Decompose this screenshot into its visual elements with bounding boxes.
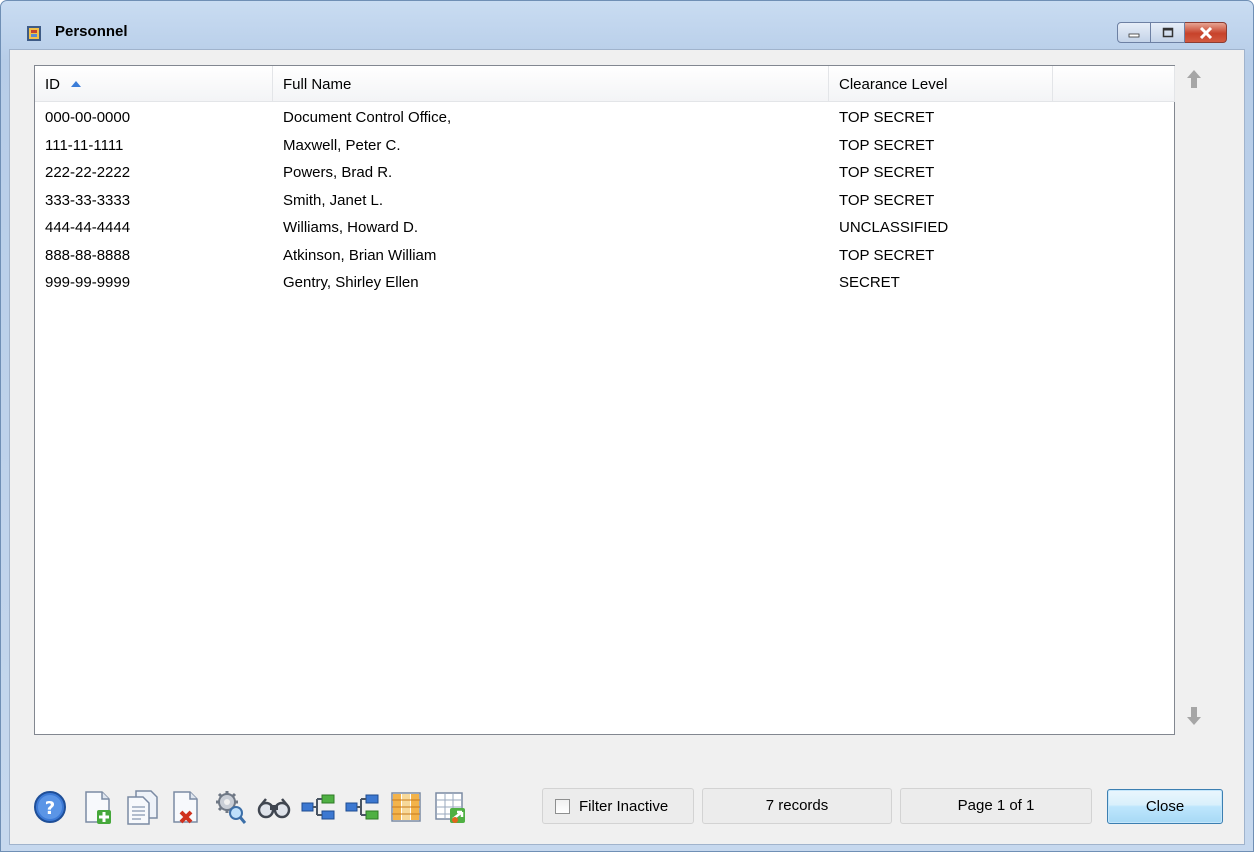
record-count-status: 7 records bbox=[702, 788, 892, 824]
close-window-button[interactable] bbox=[1185, 22, 1227, 43]
filter-inactive-label: Filter Inactive bbox=[579, 798, 669, 815]
cell-id: 222-22-2222 bbox=[45, 164, 131, 181]
add-record-icon[interactable] bbox=[80, 788, 116, 826]
close-button[interactable]: Close bbox=[1107, 789, 1223, 824]
cell-id: 999-99-9999 bbox=[45, 274, 131, 291]
cell-clearance: TOP SECRET bbox=[839, 109, 935, 126]
cell-clearance: TOP SECRET bbox=[839, 191, 935, 209]
grid-header: ID Full Name Clearance Level bbox=[35, 66, 1175, 102]
title-bar[interactable]: Personnel bbox=[1, 1, 1253, 49]
cell-full-name: Williams, Howard D. bbox=[283, 219, 419, 236]
window-client-area: ID Full Name Clearance Level 000-00-0000… bbox=[9, 49, 1245, 845]
hierarchy-alt-icon[interactable] bbox=[344, 788, 380, 826]
cell-full-name: Powers, Brad R. bbox=[283, 164, 393, 181]
column-header-clearance-label: Clearance Level bbox=[839, 76, 948, 93]
move-down-arrow-icon[interactable] bbox=[1187, 707, 1201, 725]
window-controls bbox=[1117, 22, 1227, 43]
sort-ascending-icon bbox=[71, 81, 81, 87]
export-grid-icon[interactable] bbox=[432, 788, 468, 826]
page-info-status: Page 1 of 1 bbox=[900, 788, 1092, 824]
cell-id: 444-44-4444 bbox=[45, 219, 131, 236]
table-row[interactable]: 111-11-1111 Maxwell, Peter C. TOP SECRET bbox=[35, 134, 1174, 162]
delete-record-icon[interactable] bbox=[168, 788, 204, 826]
table-row[interactable]: 222-22-2222 Powers, Brad R. TOP SECRET bbox=[35, 161, 1174, 189]
binoculars-find-icon[interactable] bbox=[256, 788, 292, 826]
app-icon bbox=[27, 26, 41, 41]
cell-id: 111-11-1111 bbox=[45, 136, 124, 154]
maximize-icon bbox=[1162, 27, 1173, 38]
table-row[interactable]: 444-44-4444 Williams, Howard D. UNCLASSI… bbox=[35, 216, 1174, 244]
cell-clearance: TOP SECRET bbox=[839, 136, 935, 154]
window-title: Personnel bbox=[55, 23, 128, 40]
column-header-id[interactable]: ID bbox=[35, 66, 273, 102]
settings-search-icon[interactable] bbox=[212, 788, 248, 826]
cell-id: 000-00-0000 bbox=[45, 109, 131, 126]
columns-icon[interactable] bbox=[388, 788, 424, 826]
cell-id: 333-33-3333 bbox=[45, 191, 131, 209]
grid-rows: 000-00-0000 Document Control Office, TOP… bbox=[35, 106, 1174, 299]
filter-inactive-checkbox[interactable] bbox=[555, 799, 570, 814]
personnel-grid[interactable]: ID Full Name Clearance Level 000-00-0000… bbox=[34, 65, 1175, 735]
cell-full-name: Maxwell, Peter C. bbox=[283, 136, 401, 154]
minimize-button[interactable] bbox=[1117, 22, 1151, 43]
column-header-full-name[interactable]: Full Name bbox=[273, 66, 829, 102]
cell-full-name: Smith, Janet L. bbox=[283, 191, 384, 209]
filter-inactive-control[interactable]: Filter Inactive bbox=[542, 788, 694, 824]
close-icon bbox=[1199, 26, 1212, 39]
table-row[interactable]: 333-33-3333 Smith, Janet L. TOP SECRET bbox=[35, 189, 1174, 217]
cell-id: 888-88-8888 bbox=[45, 246, 131, 264]
copy-record-icon[interactable] bbox=[124, 788, 160, 826]
maximize-button[interactable] bbox=[1151, 22, 1185, 43]
cell-clearance: TOP SECRET bbox=[839, 246, 935, 264]
cell-full-name: Atkinson, Brian William bbox=[283, 246, 437, 264]
cell-full-name: Document Control Office, bbox=[283, 109, 452, 126]
column-header-filler[interactable] bbox=[1053, 66, 1175, 102]
cell-clearance: SECRET bbox=[839, 274, 900, 291]
table-row[interactable]: 888-88-8888 Atkinson, Brian William TOP … bbox=[35, 244, 1174, 272]
table-row[interactable]: 000-00-0000 Document Control Office, TOP… bbox=[35, 106, 1174, 134]
personnel-window: Personnel ID Full Name Clearance Level 0… bbox=[0, 0, 1254, 852]
cell-clearance: TOP SECRET bbox=[839, 164, 935, 181]
column-header-full-name-label: Full Name bbox=[283, 76, 352, 93]
table-row[interactable]: 999-99-9999 Gentry, Shirley Ellen SECRET bbox=[35, 271, 1174, 299]
cell-clearance: UNCLASSIFIED bbox=[839, 219, 949, 236]
hierarchy-icon[interactable] bbox=[300, 788, 336, 826]
column-header-id-label: ID bbox=[45, 76, 60, 93]
cell-full-name: Gentry, Shirley Ellen bbox=[283, 274, 419, 291]
move-up-arrow-icon[interactable] bbox=[1187, 70, 1201, 88]
help-icon[interactable]: ? bbox=[32, 788, 68, 826]
minimize-icon bbox=[1128, 33, 1140, 37]
column-header-clearance[interactable]: Clearance Level bbox=[829, 66, 1053, 102]
svg-text:?: ? bbox=[45, 798, 55, 819]
